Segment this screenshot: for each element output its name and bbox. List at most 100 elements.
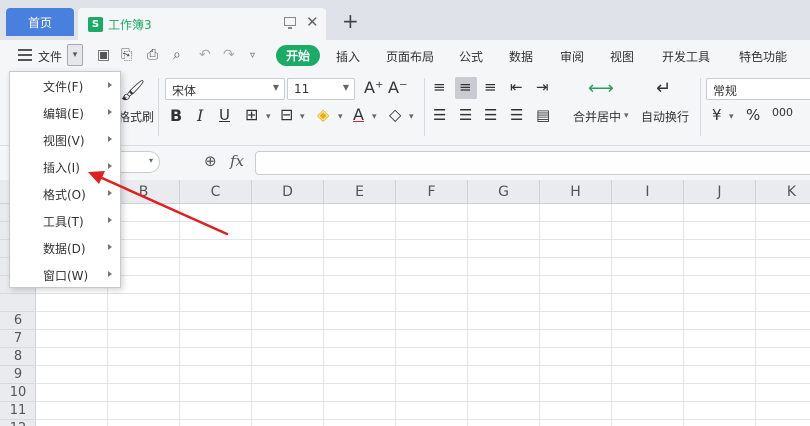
tab-page-layout[interactable]: 页面布局 bbox=[386, 48, 434, 65]
percent-button[interactable]: % bbox=[746, 106, 760, 124]
column-header-h[interactable]: H bbox=[540, 180, 612, 204]
fill-color-icon[interactable]: ◈ bbox=[317, 105, 329, 124]
align-top-icon[interactable]: ≡ bbox=[433, 78, 446, 96]
spreadsheet-logo-icon: S bbox=[88, 16, 103, 32]
row-header[interactable] bbox=[0, 294, 36, 312]
chevron-down-icon[interactable]: ▾ bbox=[372, 112, 377, 122]
align-middle-icon[interactable]: ≡ bbox=[459, 78, 472, 96]
column-header-j[interactable]: J bbox=[684, 180, 756, 204]
grid-line bbox=[36, 383, 810, 384]
row-header-10[interactable]: 10 bbox=[0, 384, 36, 402]
tab-insert[interactable]: 插入 bbox=[336, 48, 360, 65]
menu-item-data[interactable]: 数据(D) bbox=[10, 235, 120, 262]
row-header-12[interactable]: 12 bbox=[0, 420, 36, 426]
print-preview-icon[interactable]: ⌕ bbox=[173, 47, 181, 63]
font-color-icon[interactable]: A bbox=[353, 105, 364, 124]
print-icon[interactable]: ⎙ bbox=[147, 47, 158, 63]
increase-indent-icon[interactable]: ⇥ bbox=[536, 78, 549, 96]
tab-workbook[interactable]: S 工作簿3 ✕ bbox=[78, 8, 326, 40]
align-bottom-icon[interactable]: ≡ bbox=[484, 78, 497, 96]
monitor-icon[interactable] bbox=[284, 17, 296, 29]
column-header-c[interactable]: C bbox=[180, 180, 252, 204]
column-header-e[interactable]: E bbox=[324, 180, 396, 204]
tab-home[interactable]: 首页 bbox=[6, 8, 74, 36]
menu-item-edit[interactable]: 编辑(E) bbox=[10, 100, 120, 127]
grid-line bbox=[395, 204, 396, 426]
cell-style-icon[interactable]: ⊟ bbox=[280, 105, 293, 124]
align-left-icon[interactable]: ☰ bbox=[433, 106, 446, 124]
tab-formulas[interactable]: 公式 bbox=[459, 48, 483, 65]
distribute-icon[interactable]: ▤ bbox=[536, 106, 550, 124]
chevron-down-icon[interactable]: ▾ bbox=[729, 112, 734, 122]
file-dropdown-button[interactable]: ▾ bbox=[67, 44, 83, 66]
close-tab-icon[interactable]: ✕ bbox=[306, 13, 319, 31]
submenu-arrow-icon bbox=[108, 217, 112, 223]
bold-icon[interactable]: B bbox=[170, 106, 182, 125]
font-size-select[interactable]: 11 ▼ bbox=[287, 78, 355, 100]
new-tab-icon[interactable]: + bbox=[342, 9, 359, 33]
menu-item-insert[interactable]: 插入(I) bbox=[10, 154, 120, 181]
chevron-down-icon[interactable]: ▾ bbox=[624, 111, 629, 121]
chevron-down-icon[interactable]: ▾ bbox=[409, 112, 414, 122]
column-header-i[interactable]: I bbox=[612, 180, 684, 204]
row-header-8[interactable]: 8 bbox=[0, 348, 36, 366]
decrease-indent-icon[interactable]: ⇤ bbox=[510, 78, 523, 96]
menu-item-tools[interactable]: 工具(T) bbox=[10, 208, 120, 235]
align-center-icon[interactable]: ☰ bbox=[459, 106, 472, 124]
increase-font-icon[interactable]: A⁺ bbox=[364, 78, 383, 97]
format-painter-label[interactable]: 格式刷 bbox=[118, 108, 154, 125]
italic-icon[interactable]: I bbox=[197, 106, 203, 125]
format-painter-icon[interactable]: 🖌 bbox=[120, 78, 145, 102]
tab-developer[interactable]: 开发工具 bbox=[662, 48, 710, 65]
fx-icon[interactable]: fx bbox=[230, 152, 244, 170]
decrease-font-icon[interactable]: A⁻ bbox=[388, 78, 407, 97]
underline-icon[interactable]: U bbox=[219, 106, 230, 124]
menu-item-label: 插入(I) bbox=[43, 161, 80, 175]
hamburger-menu-icon[interactable] bbox=[18, 49, 32, 61]
row-header-6[interactable]: 6 bbox=[0, 312, 36, 330]
wrap-text-button[interactable]: 自动换行 bbox=[641, 108, 689, 125]
menu-item-format[interactable]: 格式(O) bbox=[10, 181, 120, 208]
export-icon[interactable]: ⎘ bbox=[121, 47, 132, 63]
merge-center-icon[interactable]: ⟷ bbox=[588, 78, 614, 99]
clear-format-icon[interactable]: ◇ bbox=[389, 105, 401, 124]
menu-item-window[interactable]: 窗口(W) bbox=[10, 262, 120, 289]
tab-special-features[interactable]: 特色功能 bbox=[739, 48, 787, 65]
justify-icon[interactable]: ☰ bbox=[510, 106, 523, 124]
menu-item-file[interactable]: 文件(F) bbox=[10, 73, 120, 100]
column-header-f[interactable]: F bbox=[396, 180, 468, 204]
thousands-separator-icon[interactable]: 000 bbox=[772, 106, 793, 119]
number-format-select[interactable]: 常规 bbox=[706, 78, 810, 100]
chevron-down-icon[interactable]: ▾ bbox=[338, 112, 343, 122]
menu-item-view[interactable]: 视图(V) bbox=[10, 127, 120, 154]
column-header-d[interactable]: D bbox=[252, 180, 324, 204]
redo-icon[interactable]: ↷ bbox=[223, 47, 235, 63]
formula-input[interactable] bbox=[255, 151, 810, 175]
chevron-down-icon[interactable]: ▾ bbox=[266, 112, 271, 122]
row-header-11[interactable]: 11 bbox=[0, 402, 36, 420]
column-header-g[interactable]: G bbox=[468, 180, 540, 204]
merge-center-button[interactable]: 合并居中 bbox=[573, 108, 621, 125]
menu-row: 文件 ▾ ▣ ⎘ ⎙ ⌕ ↶ ↷ ▿ 开始 插入 页面布局 公式 数据 审阅 视… bbox=[0, 40, 810, 72]
column-header-k[interactable]: K bbox=[756, 180, 810, 204]
font-name-select[interactable]: 宋体 ▼ bbox=[165, 78, 285, 100]
currency-button[interactable]: ¥ bbox=[712, 106, 722, 124]
file-menu-button[interactable]: 文件 bbox=[38, 48, 62, 65]
name-box[interactable]: ▾ bbox=[120, 151, 160, 173]
tab-start[interactable]: 开始 bbox=[276, 45, 321, 66]
row-header-7[interactable]: 7 bbox=[0, 330, 36, 348]
tab-data[interactable]: 数据 bbox=[509, 48, 533, 65]
save-icon[interactable]: ▣ bbox=[97, 47, 110, 63]
borders-icon[interactable]: ⊞ bbox=[245, 105, 258, 124]
tab-review[interactable]: 审阅 bbox=[560, 48, 584, 65]
more-quick-access-icon[interactable]: ▿ bbox=[250, 50, 255, 61]
undo-icon[interactable]: ↶ bbox=[199, 47, 211, 63]
zoom-icon[interactable]: ⊕ bbox=[204, 152, 217, 170]
chevron-down-icon[interactable]: ▾ bbox=[300, 112, 305, 122]
tab-view[interactable]: 视图 bbox=[610, 48, 634, 65]
row-header-9[interactable]: 9 bbox=[0, 366, 36, 384]
align-right-icon[interactable]: ☰ bbox=[484, 106, 497, 124]
cell-area[interactable] bbox=[36, 204, 810, 426]
grid-line bbox=[251, 204, 252, 426]
wrap-text-icon[interactable]: ↵ bbox=[656, 78, 671, 99]
